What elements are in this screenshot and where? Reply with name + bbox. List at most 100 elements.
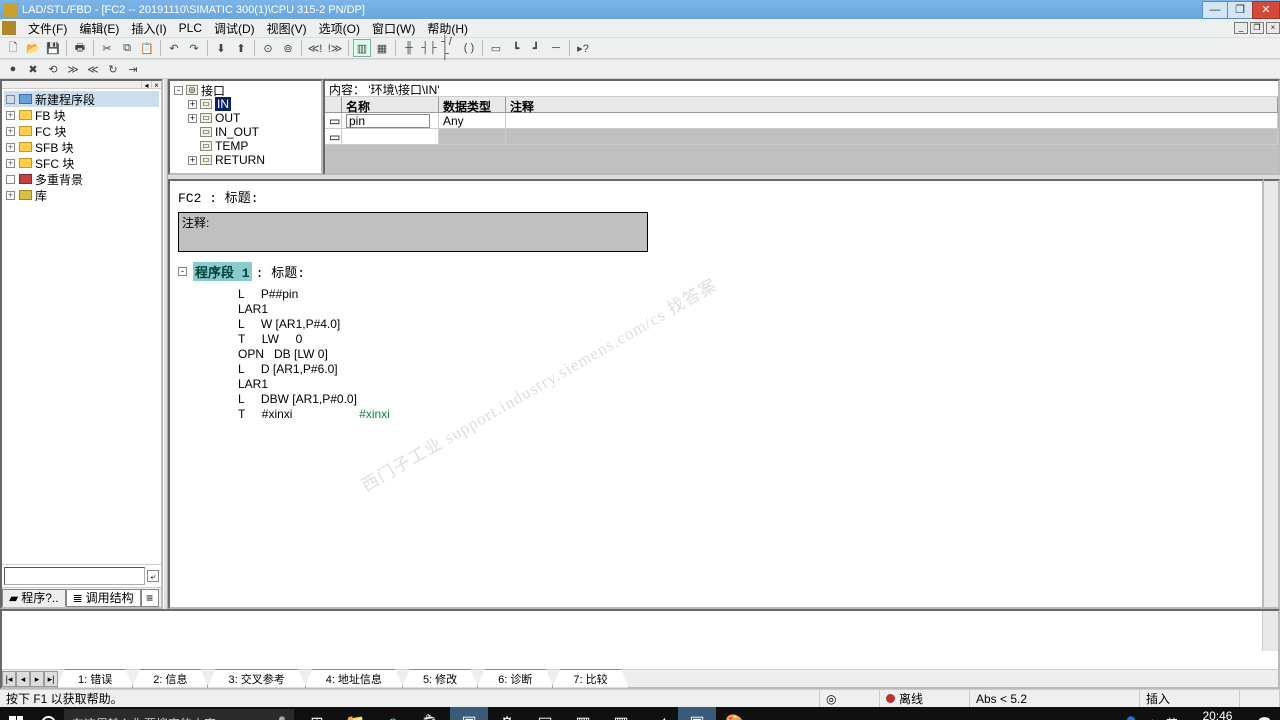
tree-item[interactable]: +FC 块 [4,123,159,139]
dbg1-button[interactable]: ● [4,60,22,78]
output-tab[interactable]: 7: 比较 [552,669,628,688]
catalog-search-go[interactable]: ⤶ [147,570,159,582]
network-header[interactable]: - 程序段 1 : 标题: [178,262,1254,281]
tree-item[interactable]: 新建程序段 [4,91,159,107]
menu-edit[interactable]: 编辑(E) [73,19,125,38]
iface-tree-item[interactable]: +▭RETURN [172,153,319,167]
interface-row[interactable]: ▭ Any [325,113,1278,129]
dbg5-button[interactable]: ≪ [84,60,102,78]
monitor-button[interactable]: ⊙ [259,39,277,57]
app-store[interactable]: 🛍 [412,707,450,720]
tree-item[interactable]: 多重背景 [4,171,159,187]
dbg2-button[interactable]: ✖ [24,60,42,78]
copy-button[interactable]: ⧉ [118,39,136,57]
view-det-button[interactable]: ▦ [373,39,391,57]
output-tab[interactable]: 4: 地址信息 [305,669,403,688]
tab-nav-next[interactable]: ▸ [30,671,44,687]
menu-options[interactable]: 选项(O) [313,19,366,38]
expand-icon[interactable]: + [188,156,197,165]
network-title[interactable]: : 标题: [256,262,305,281]
output-tab[interactable]: 1: 错误 [57,669,133,688]
contact-button[interactable]: ┤├ [420,39,438,57]
help-context-button[interactable]: ▸? [574,39,592,57]
left-panel-handle[interactable]: ◂× [2,81,161,89]
expand-icon[interactable] [6,95,15,104]
element-catalog-tree[interactable]: 新建程序段+FB 块+FC 块+SFB 块+SFC 块 多重背景+库 [2,89,161,329]
app-9[interactable]: ◢ [640,707,678,720]
goto2-button[interactable]: !≫ [326,39,344,57]
expand-icon[interactable]: + [6,159,15,168]
iface-tree-item[interactable]: -◎接口 [172,83,319,97]
conn-button[interactable]: ─ [547,39,565,57]
cortana-button[interactable] [32,707,64,720]
tree-item[interactable]: +SFB 块 [4,139,159,155]
row-name-cell[interactable] [342,129,439,144]
expand-icon[interactable] [188,142,197,151]
col-type[interactable]: 数据类型 [439,97,506,112]
iface-tree-item[interactable]: ▭IN_OUT [172,125,319,139]
app-6[interactable]: ▤ [526,707,564,720]
expand-icon[interactable] [6,175,15,184]
expand-icon[interactable]: - [174,86,183,95]
output-tab[interactable]: 2: 信息 [132,669,208,688]
dbg4-button[interactable]: ≫ [64,60,82,78]
undo-button[interactable]: ↶ [165,39,183,57]
collapse-icon[interactable]: - [178,267,187,276]
editor-scrollbar[interactable] [1264,179,1280,609]
app-5[interactable]: ⚙ [488,707,526,720]
monitor2-button[interactable]: ⊚ [279,39,297,57]
coil-button[interactable]: ( ) [460,39,478,57]
menu-help[interactable]: 帮助(H) [421,19,474,38]
interface-tree[interactable]: -◎接口+▭IN+▭OUT▭IN_OUT▭TEMP+▭RETURN [168,79,323,175]
expand-icon[interactable]: + [6,191,15,200]
mdi-restore-button[interactable]: ❐ [1250,22,1264,34]
expand-icon[interactable]: + [6,127,15,136]
menu-view[interactable]: 视图(V) [261,19,313,38]
branch-close-button[interactable]: ┛ [527,39,545,57]
expand-icon[interactable]: + [6,143,15,152]
catalog-search-input[interactable] [4,567,145,585]
minimize-button[interactable]: — [1202,1,1228,19]
ncontact-button[interactable]: ┤/├ [440,39,458,57]
taskbar-search[interactable]: 在这里输入你要搜索的内容 🎤 [64,709,294,720]
close-button[interactable]: ✕ [1252,1,1280,19]
expand-icon[interactable]: + [188,114,197,123]
stl-code[interactable]: L P##pin LAR1 L W [AR1,P#4.0] T LW 0 OPN… [178,287,1254,422]
tab-call-structure[interactable]: ≣调用结构 [66,589,141,607]
interface-grid-body[interactable]: ▭ Any ▭ [325,113,1278,173]
app-8[interactable]: ▦ [602,707,640,720]
expand-icon[interactable] [188,128,197,137]
task-view-button[interactable]: ⊞ [298,707,336,720]
tree-item[interactable]: +库 [4,187,159,203]
code-editor[interactable]: FC2 : 标题: 注释: - 程序段 1 : 标题: L P##pin LAR… [168,179,1264,609]
output-tab[interactable]: 3: 交叉参考 [207,669,305,688]
branch-open-button[interactable]: ┗ [507,39,525,57]
mic-icon[interactable]: 🎤 [271,716,286,720]
output-body[interactable] [2,611,1278,669]
tab-nav-last[interactable]: ▸| [44,671,58,687]
app-edge[interactable]: e [374,707,412,720]
dbg6-button[interactable]: ↻ [104,60,122,78]
tree-item[interactable]: +FB 块 [4,107,159,123]
col-name[interactable]: 名称 [342,97,439,112]
menu-window[interactable]: 窗口(W) [366,19,421,38]
row-name-cell[interactable] [342,113,439,128]
iface-tree-item[interactable]: +▭IN [172,97,319,111]
menu-insert[interactable]: 插入(I) [125,19,172,38]
block-title[interactable]: FC2 : 标题: [178,187,1254,206]
tray-notifications-icon[interactable]: 💬 [1257,716,1272,720]
block-comment-box[interactable]: 注释: [178,212,648,252]
cut-button[interactable]: ✂ [98,39,116,57]
dbg7-button[interactable]: ⇥ [124,60,142,78]
download-button[interactable]: ⬇ [212,39,230,57]
mdi-minimize-button[interactable]: _ [1234,22,1248,34]
tab-overflow[interactable]: ≡ [141,589,159,607]
interface-row-empty[interactable]: ▭ [325,129,1278,145]
new-button[interactable]: 🗋 [4,39,22,57]
tray-chevron-icon[interactable]: ˄ [1149,716,1156,720]
redo-button[interactable]: ↷ [185,39,203,57]
col-comment[interactable]: 注释 [506,97,1278,112]
app-10[interactable]: ▣ [678,707,716,720]
param-name-input[interactable] [346,114,430,128]
goto-button[interactable]: ≪! [306,39,324,57]
